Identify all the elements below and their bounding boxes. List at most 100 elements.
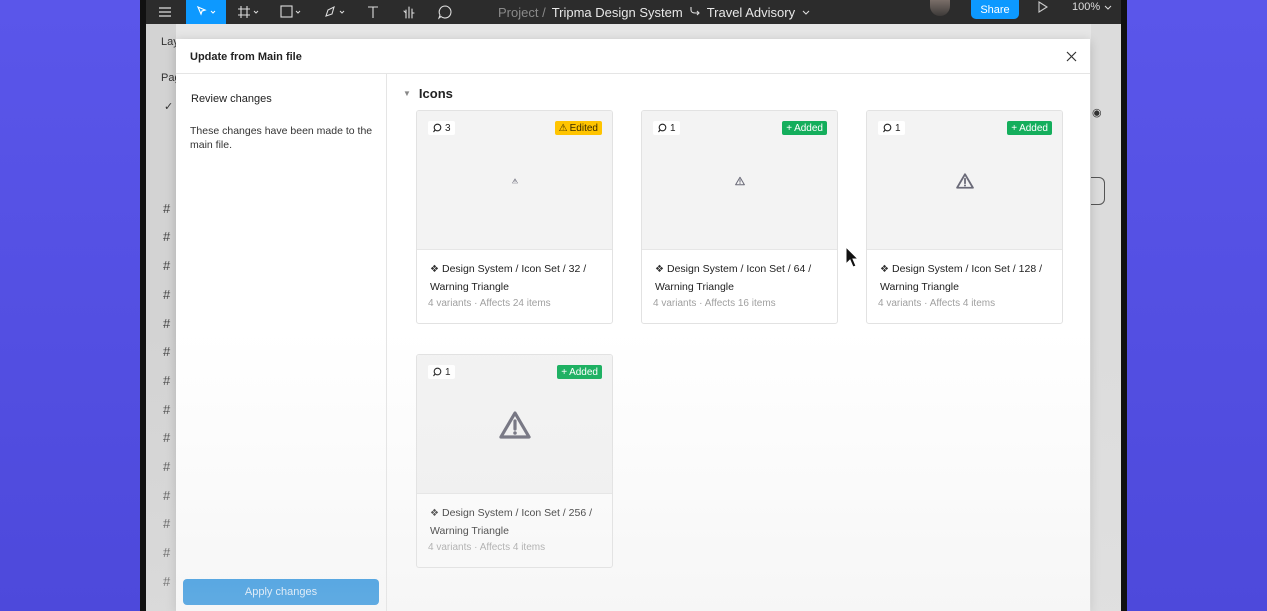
component-name: ❖ Design System / Icon Set / 32 / Warning… — [430, 263, 587, 293]
comment-icon — [433, 367, 442, 377]
comment-icon — [658, 123, 667, 133]
component-icon: ❖ — [430, 508, 439, 519]
section-title: Icons — [418, 86, 453, 101]
component-preview: 1 + Added — [642, 111, 837, 250]
status-label: Added — [794, 122, 823, 134]
play-icon[interactable] — [1036, 0, 1050, 14]
frame-layer-icon: # — [163, 545, 171, 560]
status-badge: ⚠ Edited — [554, 121, 602, 135]
component-name: ❖ Design System / Icon Set / 64 / Warning… — [655, 263, 812, 293]
component-meta: 4 variants · Affects 24 items — [428, 298, 551, 309]
comment-count-chip: 1 — [878, 121, 905, 135]
status-badge: + Added — [557, 365, 602, 379]
frame-layer-icon: # — [163, 516, 171, 531]
comment-count-chip: 1 — [428, 365, 455, 379]
comment-icon — [433, 123, 442, 133]
component-card[interactable]: 1 + Added ❖ Design System / Icon Set / 64… — [641, 110, 838, 324]
component-preview: 1 + Added — [867, 111, 1062, 250]
plus-icon: + — [561, 366, 568, 378]
comment-count: 3 — [445, 122, 451, 134]
modal-sidebar: Review changes These changes have been m… — [176, 74, 387, 611]
comment-count: 1 — [445, 366, 451, 378]
zoom-dropdown[interactable]: 100% — [1072, 0, 1112, 14]
component-meta: 4 variants · Affects 4 items — [878, 298, 996, 309]
branch-icon — [689, 5, 701, 20]
status-label: Edited — [569, 122, 598, 134]
comment-tool-icon[interactable] — [434, 0, 456, 24]
icons-section-header[interactable]: ▼ Icons — [403, 86, 453, 101]
mouse-cursor-icon — [845, 246, 859, 268]
pen-tool-icon[interactable] — [318, 0, 352, 24]
component-preview: 3 ⚠ Edited — [417, 111, 612, 250]
caret-down-icon: ▼ — [403, 89, 411, 98]
move-tool-icon[interactable] — [186, 0, 226, 24]
eye-icon[interactable]: ◉ — [1092, 106, 1102, 119]
close-button[interactable] — [1062, 47, 1080, 65]
menu-icon[interactable] — [154, 0, 176, 24]
changes-list: ▼ Icons 3 ⚠ Edited ❖ Design System / Icon… — [387, 74, 1090, 611]
text-tool-icon[interactable] — [362, 0, 384, 24]
comment-count-chip: 3 — [428, 121, 455, 135]
frame-layer-icon: # — [163, 287, 171, 302]
component-card[interactable]: 1 + Added ❖ Design System / Icon Set / 12… — [866, 110, 1063, 324]
frame-layer-icon: # — [163, 373, 171, 388]
status-badge: + Added — [782, 121, 827, 135]
comment-icon — [883, 123, 892, 133]
comment-count-chip: 1 — [653, 121, 680, 135]
warning-triangle-icon — [498, 411, 531, 440]
modal-title: Update from Main file — [190, 51, 302, 63]
properties-control[interactable] — [1091, 177, 1105, 205]
component-name: ❖ Design System / Icon Set / 128 / Warnin… — [880, 263, 1042, 293]
project-label: Project / — [498, 4, 546, 20]
update-library-modal: Update from Main file Review changes The… — [176, 39, 1090, 611]
layers-panel: Lay Pag ✓ # # # # # # # # # # # # # # — [146, 24, 181, 611]
status-label: Added — [569, 366, 598, 378]
plus-icon: + — [786, 122, 793, 134]
component-icon: ❖ — [655, 264, 664, 275]
component-meta: 4 variants · Affects 16 items — [653, 298, 776, 309]
avatar[interactable] — [930, 0, 950, 16]
frame-layer-icon: # — [163, 488, 171, 503]
status-badge: + Added — [1007, 121, 1052, 135]
hand-tool-icon[interactable] — [398, 0, 420, 24]
warning-triangle-icon — [955, 173, 974, 189]
frame-layer-icon: # — [163, 402, 171, 417]
frame-layer-icon: # — [163, 229, 171, 244]
file-name: Tripma Design System — [551, 4, 683, 20]
warning-icon: ⚠ — [558, 122, 568, 134]
shape-tool-icon[interactable] — [274, 0, 308, 24]
share-button[interactable]: Share — [971, 0, 1019, 19]
component-icon: ❖ — [430, 264, 439, 275]
warning-triangle-icon — [511, 178, 518, 184]
review-changes-label: Review changes — [191, 93, 272, 105]
component-card[interactable]: 3 ⚠ Edited ❖ Design System / Icon Set / 3… — [416, 110, 613, 324]
warning-triangle-icon — [734, 176, 745, 186]
frame-tool-icon[interactable] — [232, 0, 266, 24]
modal-header: Update from Main file — [176, 39, 1090, 74]
file-breadcrumb[interactable]: Project / Tripma Design System Travel Ad… — [498, 0, 811, 24]
frame-layer-icon: # — [163, 430, 171, 445]
close-icon — [1066, 51, 1076, 61]
apply-changes-button[interactable]: Apply changes — [183, 579, 379, 605]
comment-count: 1 — [895, 122, 901, 134]
frame-layer-icon: # — [163, 201, 171, 216]
app-window: Project / Tripma Design System Travel Ad… — [146, 0, 1121, 611]
chevron-down-icon — [801, 5, 811, 20]
frame-layer-icon: # — [163, 258, 171, 273]
component-name: ❖ Design System / Icon Set / 256 / Warnin… — [430, 507, 592, 537]
comment-count: 1 — [670, 122, 676, 134]
chevron-down-icon — [1104, 5, 1112, 10]
component-icon: ❖ — [880, 264, 889, 275]
changes-description: These changes have been made to the main… — [190, 125, 373, 151]
frame-layer-icon: # — [163, 459, 171, 474]
component-meta: 4 variants · Affects 4 items — [428, 542, 546, 553]
page-name: Travel Advisory — [706, 4, 796, 20]
component-preview: 1 + Added — [417, 355, 612, 494]
check-icon: ✓ — [164, 101, 174, 113]
frame-layer-icon: # — [163, 574, 171, 589]
zoom-value: 100% — [1072, 1, 1101, 13]
frame-layer-icon: # — [163, 344, 171, 359]
frame-layer-icon: # — [163, 316, 171, 331]
top-toolbar: Project / Tripma Design System Travel Ad… — [146, 0, 1121, 24]
component-card[interactable]: 1 + Added ❖ Design System / Icon Set / 25… — [416, 354, 613, 568]
